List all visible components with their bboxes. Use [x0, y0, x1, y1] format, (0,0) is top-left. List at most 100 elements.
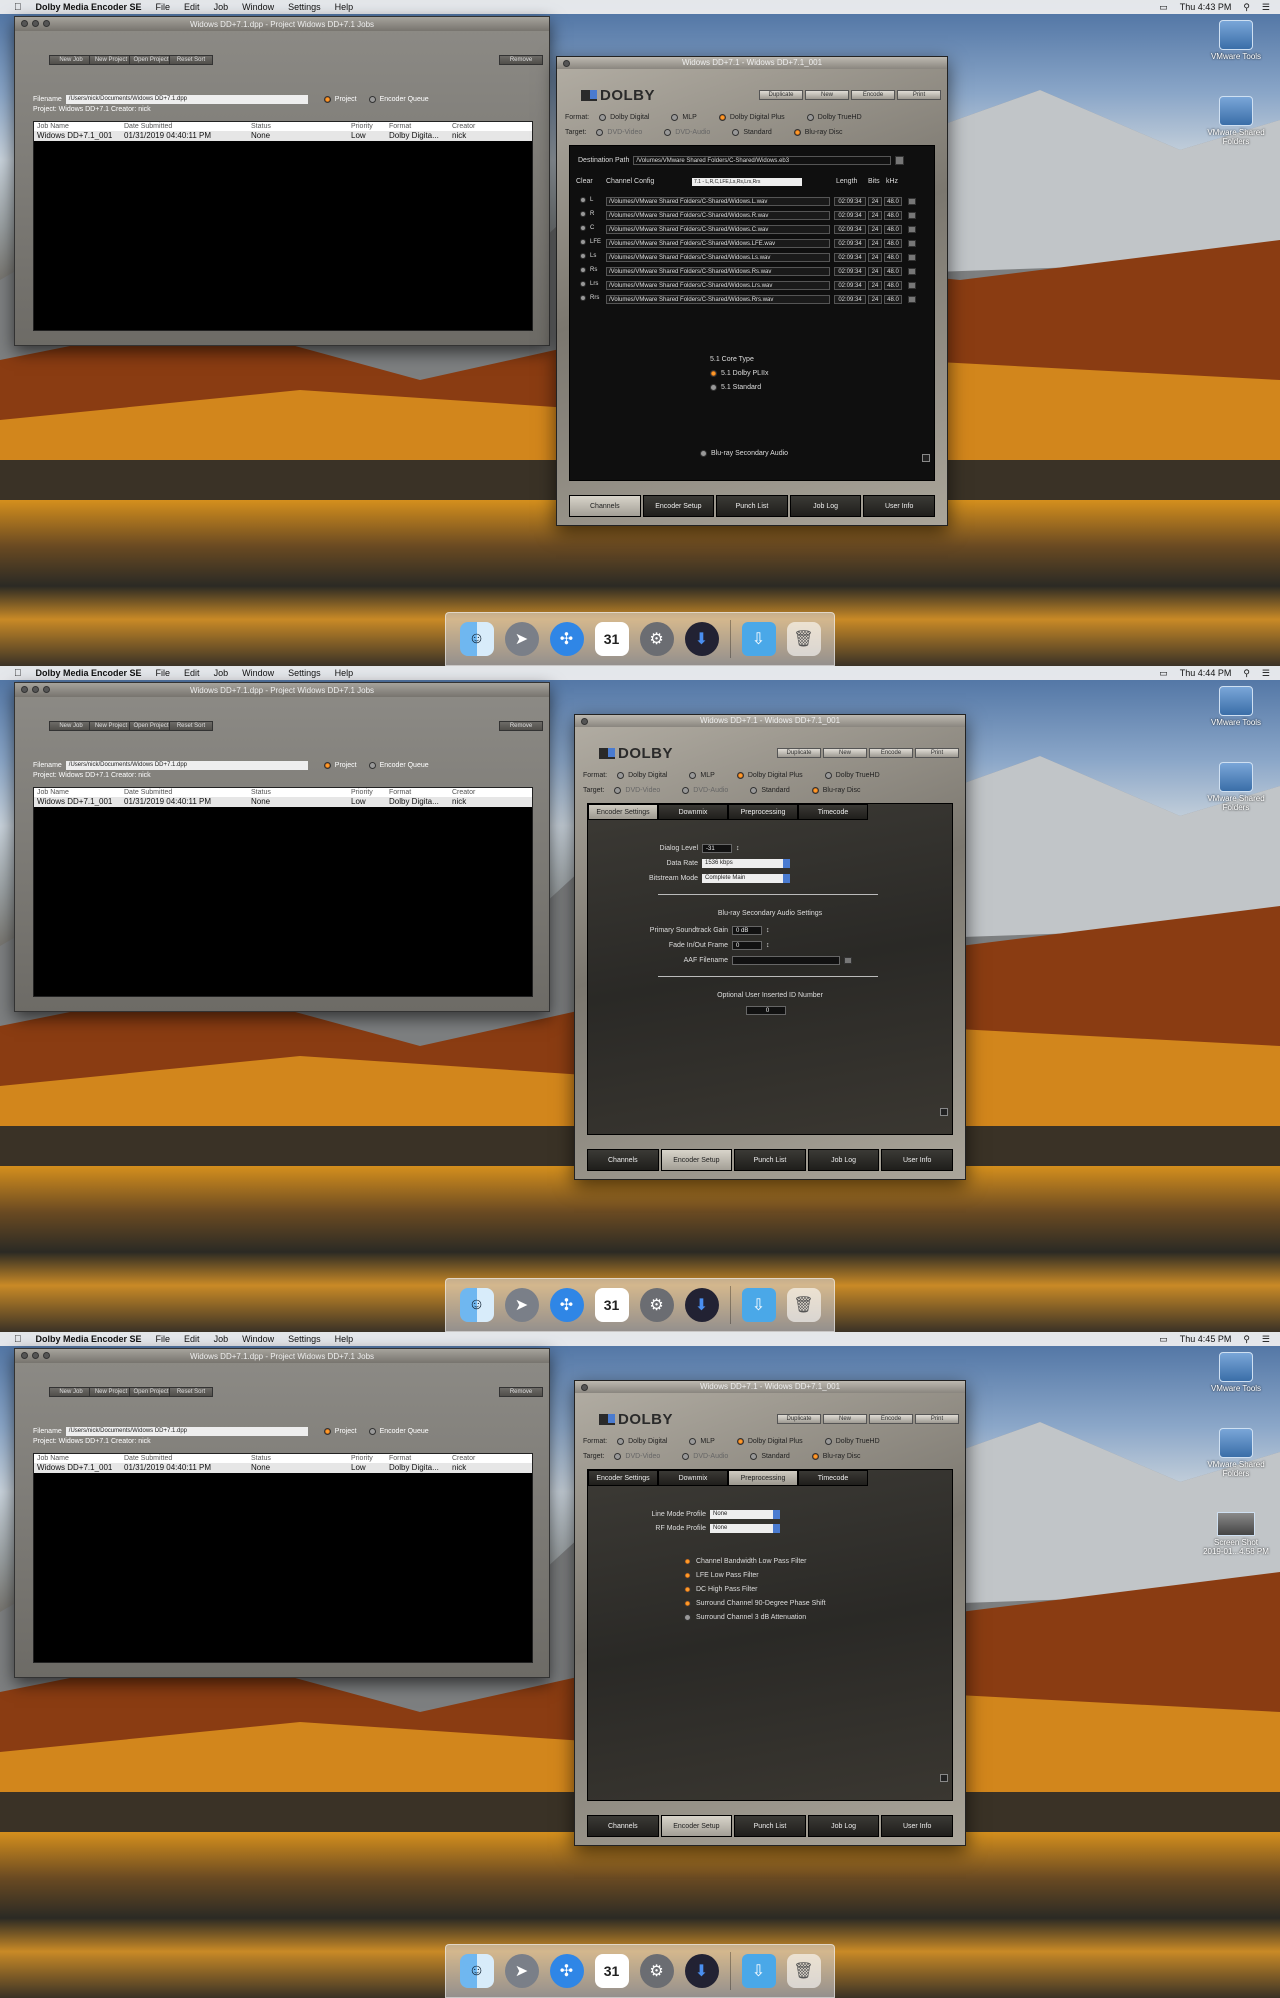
channel-file-field[interactable]: /Volumes/VMware Shared Folders/C-Shared/… — [606, 239, 830, 248]
job-list[interactable]: Job Name Date Submitted Status Priority Form… — [33, 787, 533, 997]
target-radio[interactable] — [614, 787, 622, 794]
spotlight-icon[interactable]: ⚲ — [1243, 1334, 1250, 1345]
preprocessing-option[interactable]: LFE Low Pass Filter — [684, 1572, 759, 1579]
preprocessing-checkbox[interactable] — [684, 1600, 691, 1607]
notification-center-icon[interactable]: ☰ — [1262, 668, 1270, 679]
project-button-reset-sort[interactable]: Reset Sort — [169, 1387, 213, 1397]
data-rate-select[interactable]: 1536 kbps — [702, 859, 790, 868]
target-option[interactable]: Blu-ray Disc — [811, 787, 860, 794]
target-radio[interactable] — [750, 787, 758, 794]
target-option[interactable]: DVD-Audio — [682, 787, 728, 794]
resize-handle-icon[interactable] — [940, 1108, 948, 1116]
tab-encoder-setup[interactable]: Encoder Setup — [660, 1149, 733, 1171]
downloads-icon[interactable]: ⇩ — [741, 1954, 776, 1988]
menu-file[interactable]: File — [156, 2, 171, 12]
desktop-icon-shared-folders[interactable]: VMware Shared Folders — [1200, 762, 1272, 812]
format-radio[interactable] — [689, 772, 697, 779]
secondary-radio[interactable] — [700, 450, 707, 457]
preprocessing-checkbox[interactable] — [684, 1614, 691, 1621]
format-radio[interactable] — [736, 772, 744, 779]
clear-channel-radio[interactable] — [580, 211, 586, 217]
target-option[interactable]: Blu-ray Disc — [793, 129, 842, 136]
project-button-new-job[interactable]: New Job — [49, 55, 93, 65]
tab-encoder-setup[interactable]: Encoder Setup — [660, 1815, 733, 1837]
menu-help[interactable]: Help — [335, 1334, 354, 1344]
project-radio[interactable] — [323, 96, 331, 103]
safari-icon[interactable]: ✣ — [549, 1288, 584, 1322]
tab-job-log[interactable]: Job Log — [807, 1149, 880, 1171]
format-radio[interactable] — [617, 772, 625, 779]
format-radio[interactable] — [689, 1438, 697, 1445]
core-radio[interactable] — [710, 370, 717, 377]
encoder-queue-radio[interactable] — [368, 96, 376, 103]
apple-icon[interactable]:  — [14, 668, 22, 679]
filename-field[interactable]: /Users/nick/Documents/Widows DD+7.1.dpp — [65, 761, 308, 770]
new-button[interactable]: New — [823, 748, 867, 758]
display-mirror-icon[interactable]: ▭ — [1159, 2, 1168, 13]
core-option[interactable]: 5.1 Dolby PLIIx — [710, 370, 768, 377]
menu-window[interactable]: Window — [242, 1334, 274, 1344]
zoom-icon[interactable] — [43, 1352, 50, 1359]
table-row[interactable]: Widows DD+7.1_001 01/31/2019 04:40:11 PM N… — [34, 1463, 532, 1473]
preprocessing-option[interactable]: Surround Channel 90-Degree Phase Shift — [684, 1600, 826, 1607]
clear-channel-radio[interactable] — [580, 225, 586, 231]
format-option[interactable]: Dolby Digital — [617, 1438, 667, 1445]
target-radio[interactable] — [682, 787, 690, 794]
target-option[interactable]: Standard — [750, 787, 790, 794]
clear-channel-radio[interactable] — [580, 267, 586, 273]
target-radio[interactable] — [793, 129, 801, 136]
menu-file[interactable]: File — [156, 1334, 171, 1344]
minimize-icon[interactable] — [32, 20, 39, 27]
column-header[interactable]: Date Submitted — [124, 788, 251, 797]
bitstream-mode-select[interactable]: Complete Main — [702, 874, 790, 883]
format-radio[interactable] — [824, 1438, 832, 1445]
zoom-icon[interactable] — [43, 20, 50, 27]
new-button[interactable]: New — [823, 1414, 867, 1424]
tab-encoder-setup[interactable]: Encoder Setup — [642, 495, 715, 517]
close-icon[interactable] — [581, 1384, 588, 1391]
format-option[interactable]: Dolby Digital — [599, 114, 649, 121]
target-radio[interactable] — [596, 129, 604, 136]
project-button-open-project[interactable]: Open Project — [129, 1387, 173, 1397]
channel-file-field[interactable]: /Volumes/VMware Shared Folders/C-Shared/… — [606, 211, 830, 220]
close-icon[interactable] — [581, 718, 588, 725]
job-list[interactable]: Job Name Date Submitted Status Priority Form… — [33, 1453, 533, 1663]
launchpad-icon[interactable]: ➤ — [504, 622, 539, 656]
new-button[interactable]: New — [805, 90, 849, 100]
minimize-icon[interactable] — [32, 686, 39, 693]
tab-punch-list[interactable]: Punch List — [734, 1149, 806, 1171]
menu-edit[interactable]: Edit — [184, 1334, 200, 1344]
line-mode-select[interactable]: None — [710, 1510, 780, 1519]
subtab-timecode[interactable]: Timecode — [798, 804, 868, 820]
rf-mode-select[interactable]: None — [710, 1524, 780, 1533]
menu-settings[interactable]: Settings — [288, 2, 321, 12]
format-option[interactable]: MLP — [689, 772, 715, 779]
column-header[interactable]: Status — [251, 788, 351, 797]
primary-gain-field[interactable]: 0 dB — [732, 926, 762, 935]
duplicate-button[interactable]: Duplicate — [777, 748, 821, 758]
format-option[interactable]: Dolby Digital — [617, 772, 667, 779]
stepper-icon[interactable]: ↕ — [736, 845, 740, 852]
menu-settings[interactable]: Settings — [288, 668, 321, 678]
project-button-reset-sort[interactable]: Reset Sort — [169, 721, 213, 731]
encode-button[interactable]: Encode — [869, 748, 913, 758]
spotlight-icon[interactable]: ⚲ — [1243, 2, 1250, 13]
subtab-timecode[interactable]: Timecode — [798, 1470, 868, 1486]
column-header[interactable]: Priority — [351, 788, 389, 797]
format-option[interactable]: Dolby Digital Plus — [736, 1438, 803, 1445]
tab-job-log[interactable]: Job Log — [789, 495, 862, 517]
clear-channel-radio[interactable] — [580, 197, 586, 203]
target-radio[interactable] — [682, 1453, 690, 1460]
notification-center-icon[interactable]: ☰ — [1262, 1334, 1270, 1345]
format-radio[interactable] — [718, 114, 726, 121]
clock[interactable]: Thu 4:43 PM — [1180, 2, 1232, 12]
optional-id-field[interactable]: 0 — [746, 1006, 786, 1015]
desktop-icon-vmware-tools[interactable]: VMware Tools — [1200, 686, 1272, 727]
close-icon[interactable] — [21, 20, 28, 27]
stepper-icon[interactable]: ↕ — [766, 927, 770, 934]
target-option[interactable]: DVD-Audio — [664, 129, 710, 136]
channel-file-field[interactable]: /Volumes/VMware Shared Folders/C-Shared/… — [606, 281, 830, 290]
minimize-icon[interactable] — [32, 1352, 39, 1359]
desktop-icon-screenshot[interactable]: Screen Shot 2019-01...4.58 PM — [1200, 1512, 1272, 1556]
desktop-icon-vmware-tools[interactable]: VMware Tools — [1200, 20, 1272, 61]
